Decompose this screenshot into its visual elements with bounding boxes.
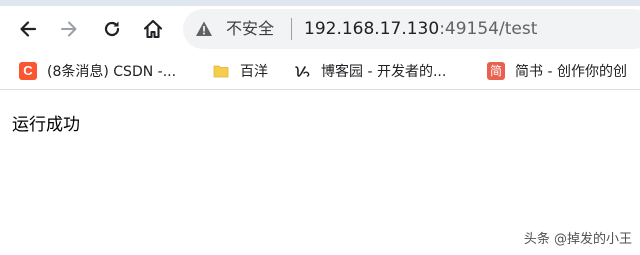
bookmark-label: 简书 - 创作你的创 — [515, 64, 627, 80]
page-body-text: 运行成功 — [12, 115, 80, 135]
arrow-right-icon — [61, 21, 77, 37]
bookmark-label: 博客园 - 开发者的... — [321, 64, 447, 80]
browser-toolbar: 不安全 192.168.17.130:49154/test — [0, 6, 640, 52]
reload-icon — [104, 21, 120, 37]
url-path: :49154/test — [439, 19, 538, 39]
bookmark-label: (8条消息) CSDN -... — [47, 64, 177, 80]
home-button[interactable] — [136, 12, 170, 46]
jianshu-icon: 简 — [487, 62, 505, 80]
reload-button[interactable] — [95, 12, 129, 46]
forward-button[interactable] — [52, 12, 86, 46]
bookmark-csdn[interactable]: C (8条消息) CSDN -... — [19, 52, 176, 90]
bookmark-jianshu[interactable]: 简 简书 - 创作你的创 — [487, 52, 627, 90]
home-icon — [143, 19, 163, 39]
bookmark-cnblogs[interactable]: 博客园 - 开发者的... — [293, 52, 446, 90]
folder-icon — [212, 62, 230, 80]
warning-icon[interactable] — [195, 20, 213, 38]
arrow-left-icon — [20, 21, 37, 37]
back-button[interactable] — [11, 12, 45, 46]
bookmarks-bar: C (8条消息) CSDN -... 百洋 博客园 - 开发者的... 简 简书… — [0, 52, 640, 90]
bookmark-label: 百洋 — [240, 64, 268, 80]
watermark: 头条 @掉发的小王 — [523, 232, 632, 247]
url-host: 192.168.17.130 — [304, 19, 440, 39]
address-bar[interactable]: 不安全 192.168.17.130:49154/test — [183, 9, 640, 49]
security-status-label[interactable]: 不安全 — [226, 9, 274, 49]
cnblogs-icon — [293, 62, 311, 80]
url-text[interactable]: 192.168.17.130:49154/test — [304, 9, 537, 49]
csdn-icon: C — [19, 62, 37, 80]
bookmark-folder-baiyang[interactable]: 百洋 — [212, 52, 268, 90]
address-bar-divider — [291, 18, 292, 40]
